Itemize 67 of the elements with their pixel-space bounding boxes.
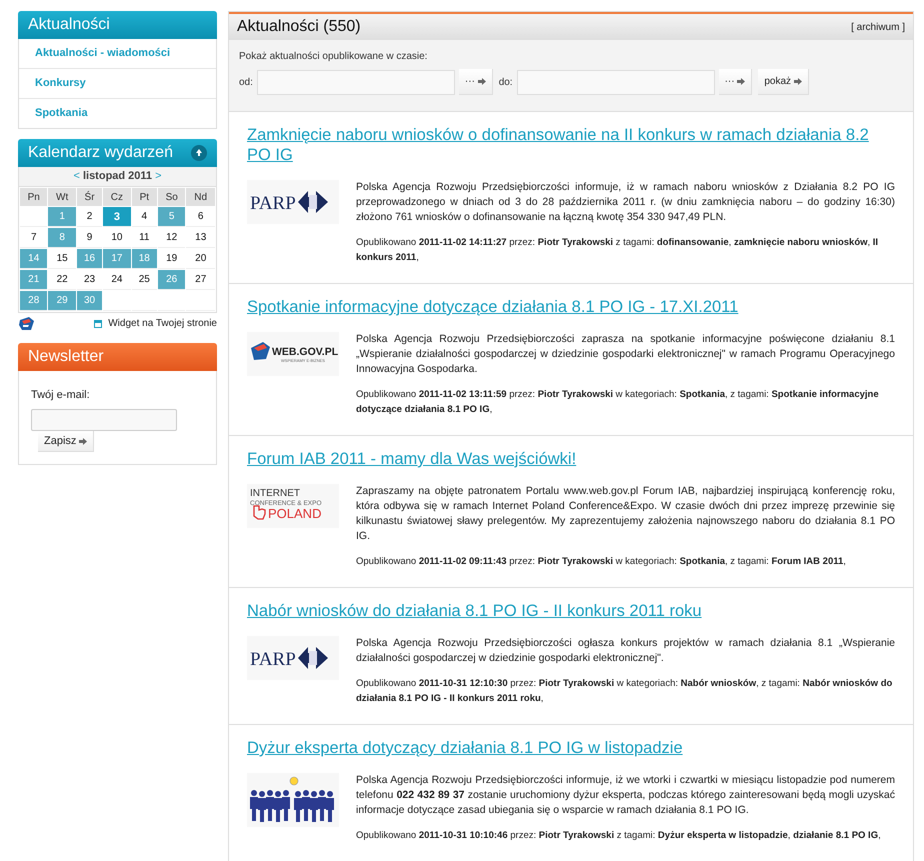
post-summary: Polska Agencja Rozwoju Przedsiębiorczości ogłasza konkurs projektów w ramach działania 8.1 „Wspieranie działalności gospodarczej w dziedzinie gospodarki elektronicznej". xyxy=(356,636,895,666)
post-title-link[interactable]: Dyżur eksperta dotyczący działania 8.1 PO IG w listopadzie xyxy=(247,738,895,758)
from-label: od: xyxy=(239,76,253,88)
post-summary: Polska Agencja Rozwoju Przedsiębiorczości zaprasza na spotkanie informacyjne poświęcone działaniu 8.1 „Wspieranie działalności gospodarczej w dziedzinie gospodarki elektronicznej" w ramach Programu Operacyjnego Innowacyjna Gospodarka. xyxy=(356,332,895,377)
subscribe-button[interactable]: Zapisz xyxy=(38,431,94,452)
email-label: Twój e-mail: xyxy=(31,389,90,401)
arrow-icon xyxy=(794,78,802,85)
date-picker-button[interactable]: ··· xyxy=(718,69,752,95)
box-title: Newsletter xyxy=(28,348,104,366)
weekday-header: So xyxy=(158,188,186,206)
logo-image: PARP xyxy=(247,180,339,224)
post-title-link[interactable]: Spotkanie informacyjne dotyczące działania 8.1 PO IG - 17.XI.2011 xyxy=(247,297,895,317)
panel-title: Aktualności (550) xyxy=(237,18,361,36)
calendar-day[interactable]: 17 xyxy=(103,249,131,269)
arrow-icon xyxy=(79,438,88,445)
email-field[interactable] xyxy=(31,409,177,431)
box-title: Kalendarz wydarzeń xyxy=(28,144,173,162)
arrow-icon xyxy=(737,78,746,85)
menu-link[interactable]: Aktualności - wiadomości xyxy=(19,39,216,68)
month-label: listopad 2011 xyxy=(82,170,152,182)
calendar-day[interactable]: 29 xyxy=(48,291,76,311)
post-summary: Zapraszamy na objęte patronatem Portalu www.web.gov.pl Forum IAB, najbardziej inspirującą konferencję roku, która odbywa się w ramach Internet Poland Conference&Expo. W czasie dwóch dni przez imprezę przewinie się kilkunastu światowej sławy prelegentów. My zaprezentujemy założenia najnowszego naboru do działania 8.1 PO IG. xyxy=(356,484,895,544)
show-button[interactable]: pokaż xyxy=(758,69,809,95)
previous-month-link[interactable]: < xyxy=(73,170,80,182)
calendar-day[interactable]: 30 xyxy=(76,291,102,311)
post-summary: Polska Agencja Rozwoju Przedsiębiorczości informuje, iż we wtorki i czwartki w miesiącu listopadzie pod numerem telefonu 022 432 89 37 zostanie uruchomiony dyżur eksperta, podczas którego zainteresowani będą mogli uzyskać informacje dotyczące zasad ubiegania się o wsparcie w ramach działania 8.1 PO IG. xyxy=(356,773,895,818)
menu-link[interactable]: Spotkania xyxy=(19,98,216,128)
archive-link[interactable]: [ archiwum ] xyxy=(851,22,905,32)
weekday-header: Cz xyxy=(103,188,131,206)
weekday-header: Pn xyxy=(20,188,48,206)
post-meta: Opublikowano 2011-11-02 13:11:59 przez: Piotr Tyrakowski w kategoriach: Spotkania, z tagami: Spotkanie informacyjne dotyczące działania 8.1 PO IG, xyxy=(356,388,880,417)
logo-icon xyxy=(18,316,35,331)
post-title-link[interactable]: Forum IAB 2011 - mamy dla Was wejściówki! xyxy=(247,449,895,469)
calendar-day[interactable]: 1 xyxy=(48,207,76,227)
weekday-header: Wt xyxy=(48,188,76,206)
calendar-day[interactable]: 21 xyxy=(20,270,48,290)
box-title: Aktualności xyxy=(28,16,110,34)
post-title-link[interactable]: Zamknięcie naboru wniosków o dofinansowanie na II konkurs w ramach działania 8.2 PO IG xyxy=(247,125,895,165)
calendar-day[interactable]: 3 xyxy=(103,207,131,227)
to-label: do: xyxy=(498,76,513,88)
collapse-icon[interactable] xyxy=(191,145,207,161)
post-meta: Opublikowano 2011-11-02 09:11:43 przez: Piotr Tyrakowski w kategoriach: Spotkania, z tagami: Forum IAB 2011, xyxy=(356,555,847,569)
weekday-header: Nd xyxy=(186,188,215,206)
menu-link[interactable]: Konkursy xyxy=(19,68,216,98)
weekday-header: Śr xyxy=(76,188,102,206)
logo-image: PARP xyxy=(247,636,339,680)
weekday-header: Pt xyxy=(132,188,157,206)
widget-icon xyxy=(94,320,102,328)
calendar-day[interactable]: 16 xyxy=(76,249,102,269)
widget-link[interactable]: Widget na Twojej stronie xyxy=(108,318,217,329)
arrow-icon xyxy=(478,78,486,85)
calendar-day[interactable]: 14 xyxy=(20,249,48,269)
from-date-field[interactable] xyxy=(256,70,455,94)
calendar-day[interactable]: 5 xyxy=(158,207,186,227)
post-title-link[interactable]: Nabór wniosków do działania 8.1 PO IG - II konkurs 2011 roku xyxy=(247,601,895,621)
to-date-field[interactable] xyxy=(516,70,715,94)
filter-caption: Pokaż aktualności opublikowane w czasie: xyxy=(239,51,428,62)
post-meta: Opublikowano 2011-10-31 10:10:46 przez: Piotr Tyrakowski z tagami: Dyżur eksperta w listopadzie, działanie 8.1 PO IG, xyxy=(356,829,882,843)
calendar-day[interactable]: 18 xyxy=(132,249,157,269)
post-meta: Opublikowano 2011-10-31 12:10:30 przez: Piotr Tyrakowski w kategoriach: Nabór wniosków, z tagami: Nabór wniosków do działania 8.1 PO IG - II konkurs 2011 roku, xyxy=(356,677,894,706)
post-summary: Polska Agencja Rozwoju Przedsiębiorczości informuje, iż w ramach naboru wniosków z Działania 8.2 PO IG przeprowadzonego w dniach od 3 do 28 października 2011 r. (w dniu zamknięcia naboru – do godziny 16:30) złożono 761 wniosków o dofinansowanie na łączną kwotę 354 330 947,49 PLN. xyxy=(356,180,895,225)
calendar-day[interactable]: 28 xyxy=(20,291,48,311)
calendar-day[interactable]: 8 xyxy=(48,228,76,248)
post-meta: Opublikowano 2011-11-02 14:11:27 przez: Piotr Tyrakowski z tagami: dofinansowanie, zamknięcie naboru wniosków, II konkurs 2011, xyxy=(356,236,880,265)
date-picker-button[interactable]: ··· xyxy=(458,69,493,95)
calendar-day[interactable]: 26 xyxy=(158,270,186,290)
next-month-link[interactable]: > xyxy=(155,170,162,182)
